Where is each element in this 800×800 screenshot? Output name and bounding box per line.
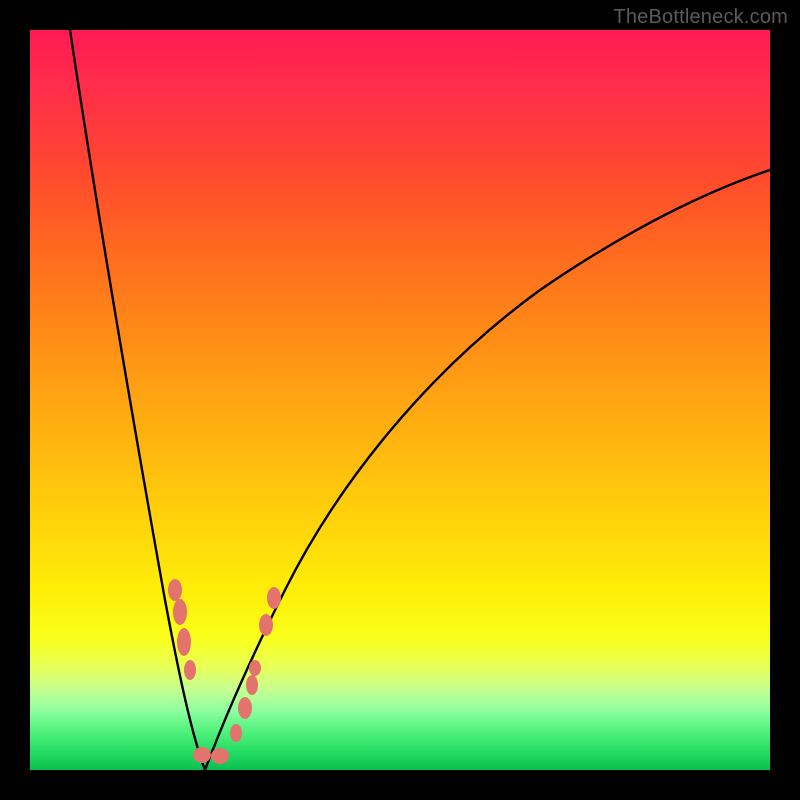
chart-frame: TheBottleneck.com [0, 0, 800, 800]
marker-point [177, 628, 191, 656]
marker-point [259, 614, 273, 636]
watermark-text: TheBottleneck.com [613, 6, 788, 29]
marker-point [230, 724, 242, 742]
marker-point [168, 579, 182, 601]
bottleneck-curve [30, 30, 770, 770]
curve-right-branch [205, 170, 770, 770]
marker-group [168, 579, 281, 764]
marker-point [246, 675, 258, 695]
marker-point [184, 660, 196, 680]
marker-point [193, 747, 211, 763]
marker-point [173, 599, 187, 625]
plot-area [30, 30, 770, 770]
curve-left-branch [70, 30, 205, 770]
marker-point [238, 697, 252, 719]
marker-point [267, 587, 281, 609]
marker-point [249, 660, 261, 676]
marker-point [211, 748, 229, 764]
